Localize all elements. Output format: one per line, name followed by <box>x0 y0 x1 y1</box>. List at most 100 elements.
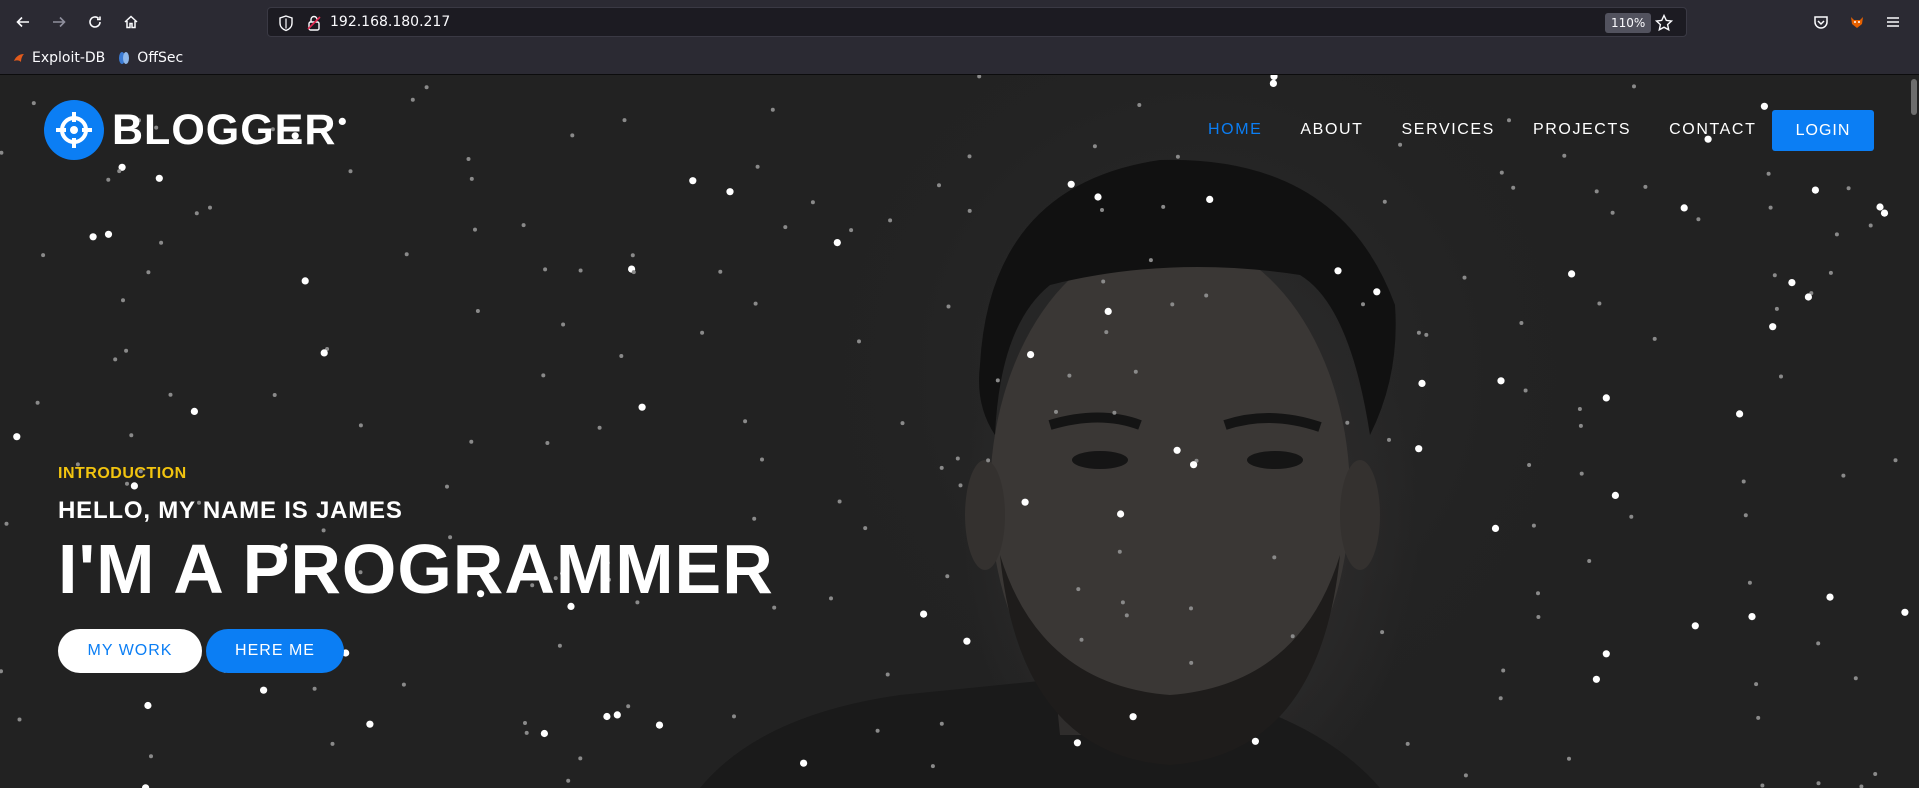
star-particle <box>330 741 335 746</box>
star-particle <box>1076 587 1081 592</box>
star-particle <box>1120 600 1125 605</box>
star-particle <box>1868 223 1873 228</box>
home-button[interactable] <box>118 9 144 35</box>
extension-button[interactable] <box>1844 9 1870 35</box>
star-particle <box>129 433 134 438</box>
nav-contact[interactable]: CONTACT <box>1669 121 1756 139</box>
star-particle <box>626 704 631 709</box>
star-particle <box>1501 668 1506 673</box>
star-particle <box>986 458 991 463</box>
star-particle <box>1632 84 1636 89</box>
star-particle <box>1079 637 1084 642</box>
star-particle <box>1873 772 1878 776</box>
bookmark-offsec[interactable]: OffSec <box>117 50 183 66</box>
shield-icon[interactable] <box>277 14 295 32</box>
star-particle <box>1816 641 1821 646</box>
page-scrollbar[interactable] <box>1911 79 1917 115</box>
nav-about[interactable]: ABOUT <box>1300 121 1363 139</box>
star-particle <box>312 686 317 691</box>
star-particle <box>1568 270 1576 278</box>
star-particle <box>1161 204 1166 209</box>
star-particle <box>1497 377 1505 385</box>
star-particle <box>1629 514 1634 519</box>
star-particle <box>655 721 664 729</box>
pocket-button[interactable] <box>1808 9 1834 35</box>
exploit-db-icon <box>14 54 24 62</box>
nav-projects[interactable]: PROJECTS <box>1533 121 1631 139</box>
hero-section: INTRODUCTION HELLO, MY NAME IS JAMES I'M… <box>58 465 774 673</box>
star-particle <box>4 521 9 526</box>
star-particle <box>967 154 972 159</box>
star-particle <box>1175 154 1180 159</box>
star-particle <box>0 150 4 155</box>
star-particle <box>1373 288 1381 296</box>
bookmark-exploit-db[interactable]: Exploit-DB <box>12 50 105 66</box>
star-particle <box>622 118 627 123</box>
star-particle <box>35 400 40 405</box>
star-particle <box>1760 783 1765 788</box>
star-particle <box>1269 79 1277 87</box>
star-particle <box>1462 275 1467 280</box>
star-particle <box>885 672 890 677</box>
forward-button[interactable] <box>46 9 72 35</box>
star-particle <box>1652 336 1657 341</box>
star-particle <box>1290 634 1295 639</box>
star-particle <box>190 407 198 415</box>
zoom-level-badge[interactable]: 110% <box>1605 13 1652 33</box>
star-particle <box>1519 321 1524 325</box>
star-particle <box>149 754 153 759</box>
star-particle <box>348 169 353 174</box>
star-particle <box>1592 675 1600 683</box>
star-particle <box>466 157 471 161</box>
star-particle <box>1594 189 1599 194</box>
site-logo[interactable]: BLOGGER <box>44 100 336 160</box>
star-particle <box>1170 302 1175 307</box>
star-particle <box>1405 741 1410 746</box>
star-particle <box>1880 209 1889 217</box>
address-bar[interactable]: 192.168.180.217 110% <box>267 7 1687 37</box>
star-particle <box>208 205 212 210</box>
star-particle <box>1643 184 1648 189</box>
here-me-button[interactable]: HERE ME <box>206 628 344 673</box>
login-button[interactable]: LOGIN <box>1772 110 1874 151</box>
star-particle <box>1768 205 1773 210</box>
star-particle <box>17 717 22 722</box>
star-particle <box>1092 144 1097 149</box>
star-particle <box>566 778 571 783</box>
menu-button[interactable] <box>1880 9 1906 35</box>
nav-home[interactable]: HOME <box>1208 121 1262 139</box>
star-particle <box>1680 204 1688 212</box>
nav-services[interactable]: SERVICES <box>1402 121 1495 139</box>
star-particle <box>945 574 950 579</box>
star-particle <box>1531 523 1536 528</box>
star-particle <box>1387 437 1391 442</box>
star-particle <box>963 637 971 645</box>
star-particle <box>829 596 833 601</box>
star-particle <box>338 117 346 125</box>
star-particle <box>260 686 268 694</box>
bookmark-label: OffSec <box>137 50 184 66</box>
star-particle <box>541 373 546 378</box>
arrow-right-icon <box>53 16 66 28</box>
star-particle <box>700 330 705 335</box>
star-particle <box>104 230 113 238</box>
bookmark-star-icon[interactable] <box>1654 13 1674 33</box>
star-particle <box>1067 180 1075 188</box>
fox-extension-icon <box>1851 17 1863 28</box>
back-button[interactable] <box>10 9 36 35</box>
star-particle <box>1610 210 1615 215</box>
hamburger-menu-icon <box>1887 17 1899 27</box>
crosshair-logo-icon <box>44 100 104 160</box>
star-particle <box>863 526 868 531</box>
star-particle <box>578 268 583 273</box>
arrow-left-icon <box>16 16 29 28</box>
star-particle <box>404 252 409 257</box>
my-work-button[interactable]: MY WORK <box>58 628 202 673</box>
reload-icon <box>89 16 101 28</box>
insecure-lock-icon[interactable] <box>305 14 323 32</box>
star-particle <box>1054 409 1058 414</box>
reload-button[interactable] <box>82 9 108 35</box>
star-particle <box>1173 446 1181 454</box>
url-text[interactable]: 192.168.180.217 <box>330 14 450 30</box>
star-particle <box>1859 784 1864 788</box>
